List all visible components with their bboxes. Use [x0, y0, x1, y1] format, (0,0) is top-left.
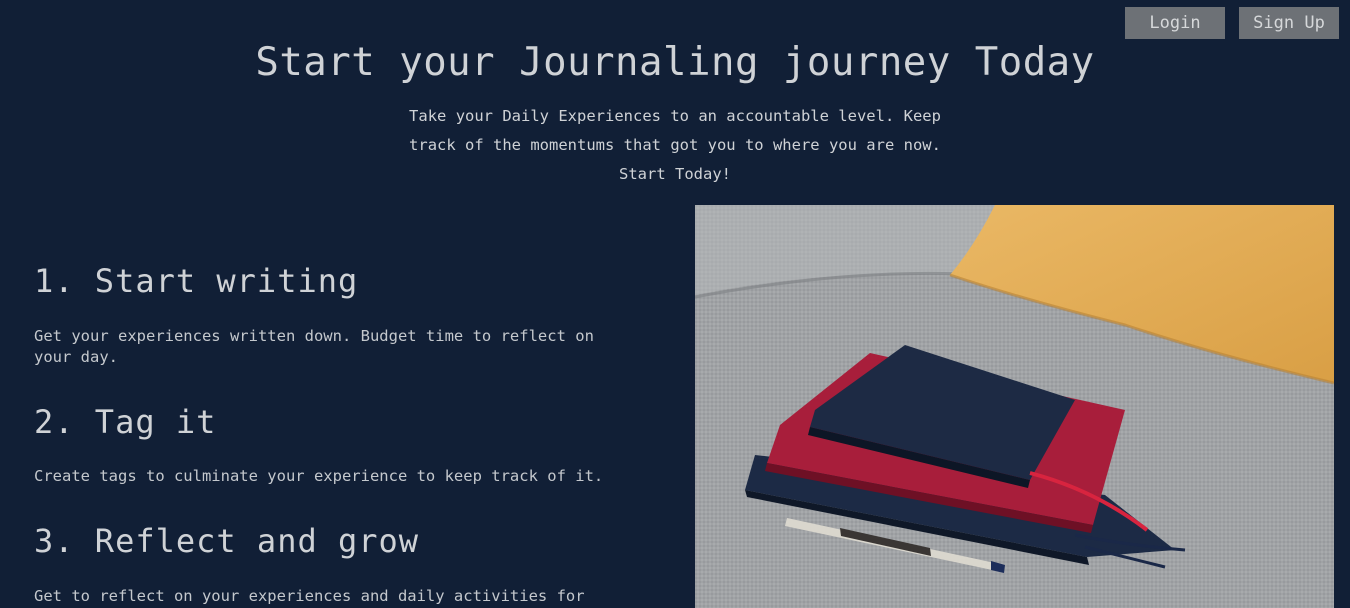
- hero-subtitle-line: Take your Daily Experiences to an accoun…: [409, 107, 941, 125]
- hero-title: Start your Journaling journey Today: [255, 40, 1095, 85]
- journals-photo: [695, 205, 1334, 608]
- auth-buttons: Login Sign Up: [1125, 7, 1339, 39]
- signup-button[interactable]: Sign Up: [1239, 7, 1339, 39]
- hero-subtitle: Take your Daily Experiences to an accoun…: [390, 102, 960, 189]
- hero-subtitle-line: track of the momentums that got you to w…: [409, 136, 941, 154]
- login-button[interactable]: Login: [1125, 7, 1225, 39]
- step-title: 1. Start writing: [34, 262, 359, 300]
- landing-page: Login Sign Up Start your Journaling jour…: [0, 0, 1350, 608]
- hero-subtitle-line: Start Today!: [619, 165, 731, 183]
- step-title: 2. Tag it: [34, 403, 217, 441]
- step-description-line: your day.: [34, 348, 118, 366]
- step-title: 3. Reflect and grow: [34, 522, 420, 560]
- step-description: Create tags to culminate your experience…: [34, 466, 654, 487]
- journals-illustration: [695, 205, 1334, 608]
- step-description: Get to reflect on your experiences and d…: [34, 586, 634, 607]
- step-description-line: Create tags to culminate your experience…: [34, 467, 604, 485]
- step-description-line: Get to reflect on your experiences and d…: [34, 587, 585, 605]
- step-description: Get your experiences written down. Budge…: [34, 326, 634, 368]
- step-description-line: Get your experiences written down. Budge…: [34, 327, 594, 345]
